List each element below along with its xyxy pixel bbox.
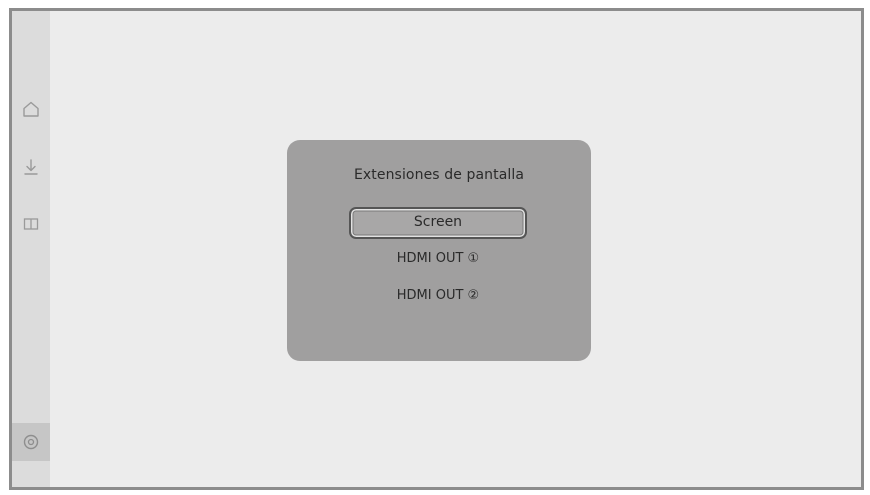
book-icon (23, 218, 39, 230)
settings-icon (23, 434, 39, 450)
sidebar-item-home[interactable] (12, 92, 50, 126)
home-icon (23, 101, 39, 117)
sidebar-item-book[interactable] (12, 207, 50, 241)
option-screen[interactable]: Screen (349, 207, 527, 239)
sidebar-item-settings[interactable] (12, 423, 50, 461)
dialog-title: Extensiones de pantalla (353, 167, 525, 183)
sidebar-item-download[interactable] (12, 150, 50, 184)
display-extensions-dialog: Extensiones de pantalla Screen HDMI OUT … (287, 140, 591, 361)
tv-screen: Extensiones de pantalla Screen HDMI OUT … (9, 8, 864, 490)
option-hdmi-out-2[interactable]: HDMI OUT ② (349, 286, 527, 306)
sidebar (12, 11, 50, 487)
download-icon (24, 159, 38, 175)
option-hdmi-out-1[interactable]: HDMI OUT ① (349, 249, 527, 269)
